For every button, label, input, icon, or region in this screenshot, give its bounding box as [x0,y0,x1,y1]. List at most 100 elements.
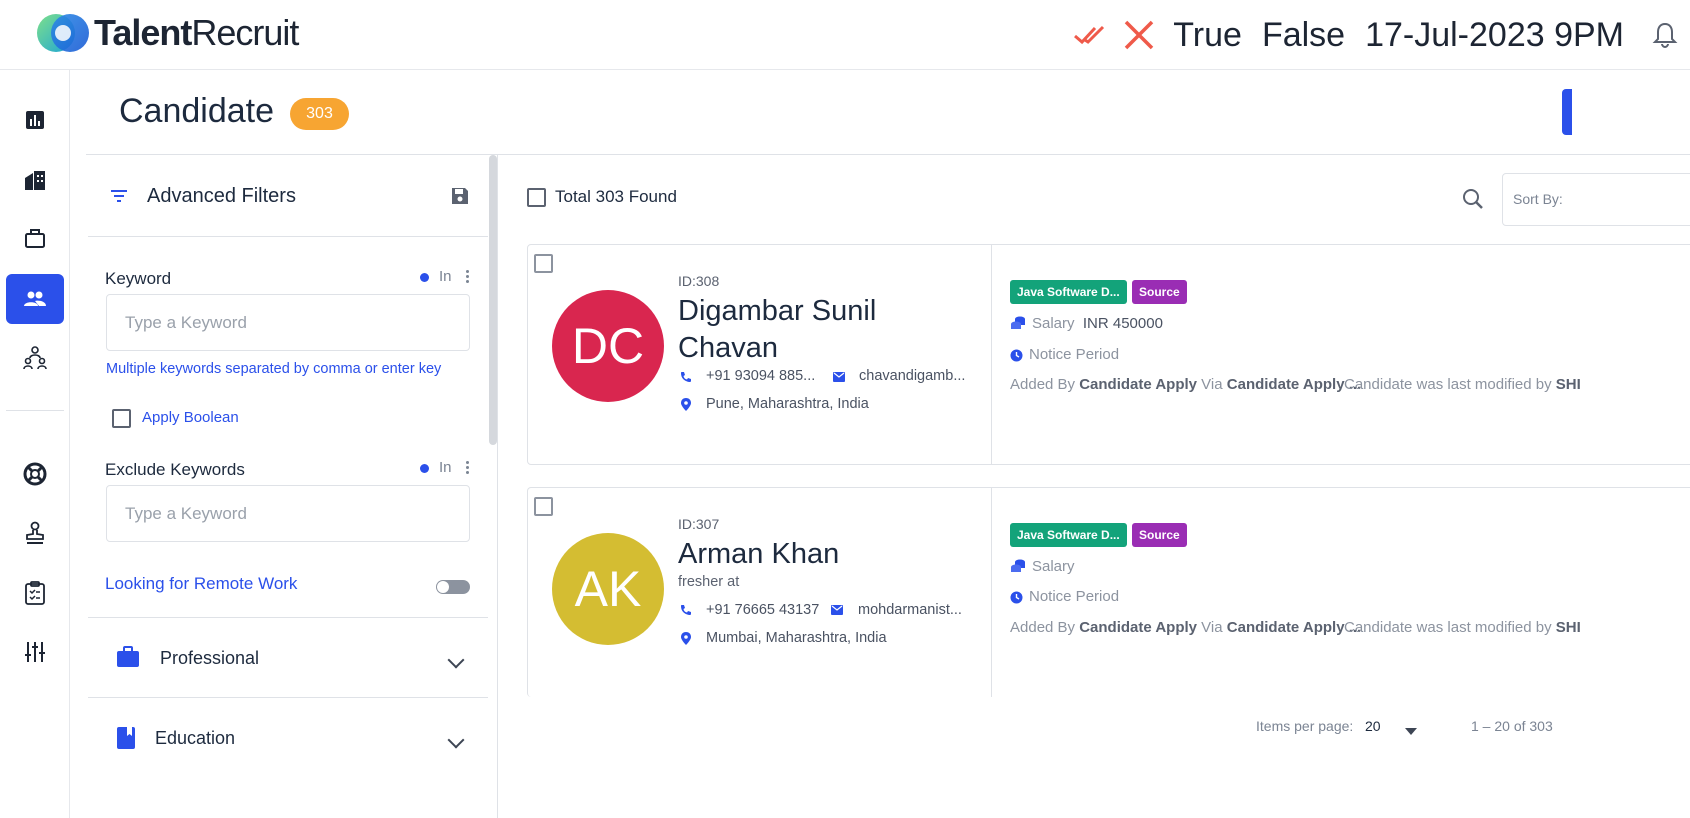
candidate-card[interactable]: DC ID:308 Digambar Sunil Chavan +91 9309… [527,244,1690,465]
nav-dashboard[interactable] [6,95,64,145]
clipboard-icon [25,581,45,605]
location-icon [681,632,691,645]
nav-support[interactable] [6,449,64,499]
panel-divider [497,155,498,818]
keyword-in-label[interactable]: In [439,268,452,285]
notice-row: Notice Period [1010,588,1119,605]
exclude-in-label[interactable]: In [439,459,452,476]
filters-title: Advanced Filters [147,185,296,207]
job-tag[interactable]: Java Software D... [1010,523,1127,547]
keyword-options-icon[interactable] [466,270,470,285]
add-candidate-button[interactable] [1562,89,1572,135]
total-found: Total 303 Found [555,187,677,206]
exclude-options-icon[interactable] [466,461,470,476]
card-divider [991,488,992,697]
select-all-row: Total 303 Found [527,187,677,207]
keyword-input[interactable]: Type a Keyword [106,294,470,351]
left-nav-rail [0,70,70,818]
candidate-card[interactable]: AK ID:307 Arman Khan fresher at +91 7666… [527,487,1690,697]
clock-icon [1010,349,1023,362]
source-tag[interactable]: Source [1132,523,1187,547]
coins-icon [1011,316,1025,329]
phone-icon [681,372,691,382]
filters-scrollbar[interactable] [489,155,497,445]
phone-icon [681,605,691,615]
candidate-phone[interactable]: +91 76665 43137 [706,602,819,618]
logo-swirl-icon [37,14,89,52]
nav-tasks[interactable] [6,568,64,618]
salary-label: Salary [1032,315,1075,332]
candidate-email[interactable]: mohdarmanist... [858,602,962,618]
section-education-title: Education [155,728,236,748]
chevron-down-icon[interactable] [447,731,465,749]
top-bar: TalentRecruit True False 17-Jul-2023 9PM [0,0,1690,70]
apply-boolean-checkbox[interactable] [112,409,131,428]
close-icon[interactable] [1123,19,1155,51]
candidate-id: ID:307 [678,516,720,532]
job-tag[interactable]: Java Software D... [1010,280,1127,304]
nav-jobs[interactable] [6,214,64,264]
candidate-location: Mumbai, Maharashtra, India [706,630,887,646]
nav-candidates[interactable] [6,274,64,324]
nav-companies[interactable] [6,155,64,205]
select-all-checkbox[interactable] [527,187,546,207]
notice-row: Notice Period [1010,346,1119,363]
brand-name: TalentRecruit [94,12,299,53]
pagination-range: 1 – 20 of 303 [1471,718,1553,734]
keyword-in-indicator [420,273,429,282]
exclude-keywords-label: Exclude Keywords [105,460,245,479]
salary-label: Salary [1032,558,1075,575]
app-logo[interactable]: TalentRecruit [36,12,299,54]
caret-down-icon[interactable] [1405,728,1417,735]
candidate-checkbox[interactable] [534,497,553,516]
analytics-icon [26,111,44,129]
candidate-subtitle: fresher at [678,574,740,590]
added-by-row: Added By Candidate Apply Via Candidate A… [1010,619,1362,636]
search-icon[interactable] [1462,188,1484,210]
apply-boolean-label[interactable]: Apply Boolean [142,409,239,426]
nav-team[interactable] [6,333,64,383]
notice-period: Notice Period [1029,588,1120,605]
candidate-email[interactable]: chavandigamb... [859,368,965,384]
salary-row: Salary INR 450000 [1010,315,1163,332]
candidate-checkbox[interactable] [534,254,553,273]
exclude-keyword-input[interactable]: Type a Keyword [106,485,470,542]
mail-icon [833,372,845,382]
filters-header: Advanced Filters [88,155,488,237]
filter-icon[interactable] [110,189,128,203]
status-false: False [1261,15,1346,54]
added-by-row: Added By Candidate Apply Via Candidate A… [1010,376,1362,393]
candidate-phone[interactable]: +91 93094 885... [706,368,815,384]
notice-period: Notice Period [1029,346,1120,363]
page-title: Candidate [119,92,275,130]
remote-work-label: Looking for Remote Work [105,574,298,593]
stamp-icon [26,521,44,544]
nav-divider [6,410,64,411]
remote-work-toggle[interactable] [436,580,470,594]
source-tag[interactable]: Source [1132,280,1187,304]
datetime: 17-Jul-2023 9PM [1365,15,1624,54]
items-per-page-select[interactable]: 20 [1365,718,1381,734]
candidate-count-badge: 303 [290,98,349,130]
nav-approvals[interactable] [6,508,64,558]
salary-row: Salary [1010,558,1075,575]
section-professional[interactable]: Professional [88,617,488,697]
nav-settings[interactable] [6,627,64,677]
status-true: True [1173,15,1242,54]
save-icon[interactable] [450,186,470,206]
mail-icon [831,605,843,615]
sliders-icon [25,642,45,662]
modified-by-row: Candidate was last modified by SHI [1344,619,1581,636]
section-education[interactable]: Education [88,697,488,777]
modified-by-row: Candidate was last modified by SHI [1344,376,1581,393]
double-check-icon[interactable] [1073,22,1109,48]
sort-by-select[interactable]: Sort By: [1502,173,1690,226]
chevron-down-icon[interactable] [447,651,465,669]
company-icon [25,171,45,190]
bell-icon[interactable] [1650,20,1680,50]
candidate-name[interactable]: Digambar Sunil Chavan [678,293,968,367]
section-professional-title: Professional [160,648,260,668]
candidate-name[interactable]: Arman Khan [678,536,968,573]
items-per-page-label: Items per page: [1256,718,1354,734]
briefcase-icon [25,229,45,248]
